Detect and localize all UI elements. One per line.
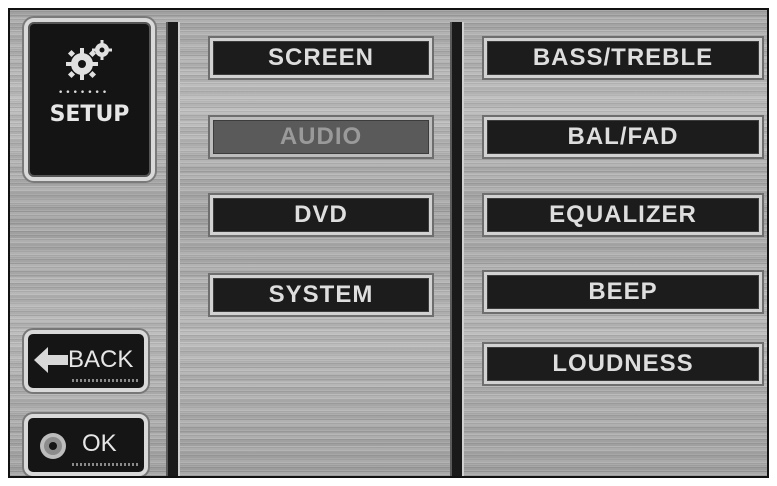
gears-icon	[66, 40, 112, 80]
disc-icon	[40, 433, 66, 459]
menu-audio-button[interactable]: AUDIO	[210, 117, 432, 157]
bass-treble-button[interactable]: BASS/TREBLE	[484, 38, 762, 78]
setup-tile: ••••••• SETUP	[24, 18, 155, 181]
setup-screen: ••••••• SETUP SCREEN AUDIO DVD SYSTEM BA…	[8, 8, 769, 478]
menu-dvd-button[interactable]: DVD	[210, 195, 432, 235]
ok-button[interactable]: OK	[24, 414, 148, 476]
right-divider	[450, 22, 464, 476]
back-button[interactable]: BACK	[24, 330, 148, 392]
equalizer-button[interactable]: EQUALIZER	[484, 195, 762, 235]
menu-system-button[interactable]: SYSTEM	[210, 275, 432, 315]
back-underline	[72, 379, 138, 382]
bal-fad-button[interactable]: BAL/FAD	[484, 117, 762, 157]
left-divider	[166, 22, 180, 476]
beep-button[interactable]: BEEP	[484, 272, 762, 312]
ok-label: OK	[82, 430, 117, 457]
ok-underline	[72, 463, 138, 466]
left-arrow-icon	[34, 347, 68, 373]
setup-label: SETUP	[49, 102, 130, 127]
loudness-button[interactable]: LOUDNESS	[484, 344, 762, 384]
back-label: BACK	[68, 346, 134, 373]
menu-screen-button[interactable]: SCREEN	[210, 38, 432, 78]
setup-dots: •••••••	[58, 88, 110, 98]
